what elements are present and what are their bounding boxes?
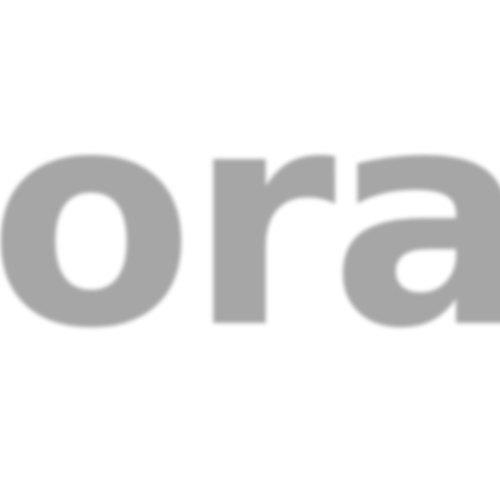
blurred-wordmark-text: ora.	[0, 45, 500, 394]
zoomed-wordmark-view: ora.	[0, 0, 500, 500]
